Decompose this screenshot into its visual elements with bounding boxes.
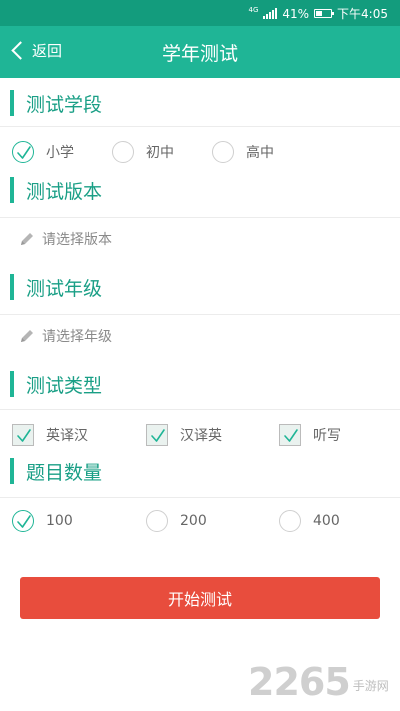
- divider: [0, 126, 400, 127]
- radio-icon[interactable]: [12, 141, 34, 163]
- section-count-title: 题目数量: [26, 462, 103, 484]
- stage-option-primary[interactable]: 小学: [12, 141, 74, 163]
- status-indicators: 4G 41% 下午4:05: [248, 5, 388, 22]
- app-header: 返回 学年测试: [0, 26, 400, 78]
- count-option-200[interactable]: 200: [146, 510, 207, 532]
- section-grade-title: 测试年级: [26, 278, 103, 300]
- watermark-text: 手游网: [352, 679, 389, 693]
- type-option-label: 汉译英: [180, 428, 222, 444]
- count-option-label: 100: [46, 513, 73, 529]
- edition-picker[interactable]: 请选择版本: [18, 229, 112, 249]
- section-stage-title: 测试学段: [26, 94, 103, 116]
- watermark-number: 2265: [248, 660, 351, 704]
- page-title: 学年测试: [161, 43, 238, 65]
- stage-option-middle[interactable]: 初中: [112, 141, 174, 163]
- section-accent-bar: [10, 458, 14, 484]
- grade-placeholder: 请选择年级: [42, 329, 112, 345]
- type-option-dictation[interactable]: 听写: [279, 424, 341, 446]
- clock: 下午4:05: [337, 7, 388, 21]
- type-option-label: 英译汉: [46, 428, 88, 444]
- check-mark-icon: [17, 146, 31, 159]
- pencil-icon: [21, 233, 33, 245]
- section-type-header: 测试类型: [0, 364, 400, 404]
- stage-option-label: 小学: [46, 145, 74, 161]
- divider: [0, 497, 400, 498]
- checkbox-icon[interactable]: [12, 424, 34, 446]
- section-count-header: 题目数量: [0, 451, 400, 491]
- battery-percent: 41%: [282, 6, 310, 21]
- count-option-label: 400: [313, 513, 340, 529]
- site-watermark: 2265 手游网: [248, 660, 389, 704]
- checkbox-icon[interactable]: [146, 424, 168, 446]
- radio-icon[interactable]: [279, 510, 301, 532]
- stage-option-high[interactable]: 高中: [212, 141, 274, 163]
- pencil-icon: [21, 330, 33, 342]
- section-edition-header: 测试版本: [0, 170, 400, 210]
- section-grade-header: 测试年级: [0, 267, 400, 307]
- section-accent-bar: [10, 371, 14, 397]
- section-stage-header: 测试学段: [0, 83, 400, 123]
- check-mark-icon: [17, 515, 31, 528]
- radio-icon[interactable]: [212, 141, 234, 163]
- stage-option-label: 初中: [146, 145, 174, 161]
- stage-option-label: 高中: [246, 145, 274, 161]
- divider: [0, 217, 400, 218]
- section-accent-bar: [10, 274, 14, 300]
- radio-icon[interactable]: [112, 141, 134, 163]
- checkbox-icon[interactable]: [279, 424, 301, 446]
- check-mark-icon: [151, 429, 165, 442]
- type-option-label: 听写: [313, 428, 341, 444]
- count-option-400[interactable]: 400: [279, 510, 340, 532]
- edition-placeholder: 请选择版本: [42, 232, 112, 248]
- count-option-label: 200: [180, 513, 207, 529]
- section-accent-bar: [10, 177, 14, 203]
- section-edition-title: 测试版本: [26, 181, 103, 203]
- type-option-en-zh[interactable]: 英译汉: [12, 424, 88, 446]
- radio-icon[interactable]: [12, 510, 34, 532]
- check-mark-icon: [17, 429, 31, 442]
- section-type-title: 测试类型: [26, 375, 103, 397]
- signal-icon: [263, 8, 278, 19]
- divider: [0, 409, 400, 410]
- battery-icon: [314, 9, 335, 18]
- type-option-zh-en[interactable]: 汉译英: [146, 424, 222, 446]
- start-test-button[interactable]: 开始测试: [20, 577, 380, 619]
- grade-picker[interactable]: 请选择年级: [18, 326, 112, 346]
- radio-icon[interactable]: [146, 510, 168, 532]
- network-type: 4G: [248, 5, 259, 14]
- count-option-100[interactable]: 100: [12, 510, 73, 532]
- section-accent-bar: [10, 90, 14, 116]
- status-bar: 4G 41% 下午4:05: [0, 0, 400, 26]
- check-mark-icon: [284, 429, 298, 442]
- divider: [0, 314, 400, 315]
